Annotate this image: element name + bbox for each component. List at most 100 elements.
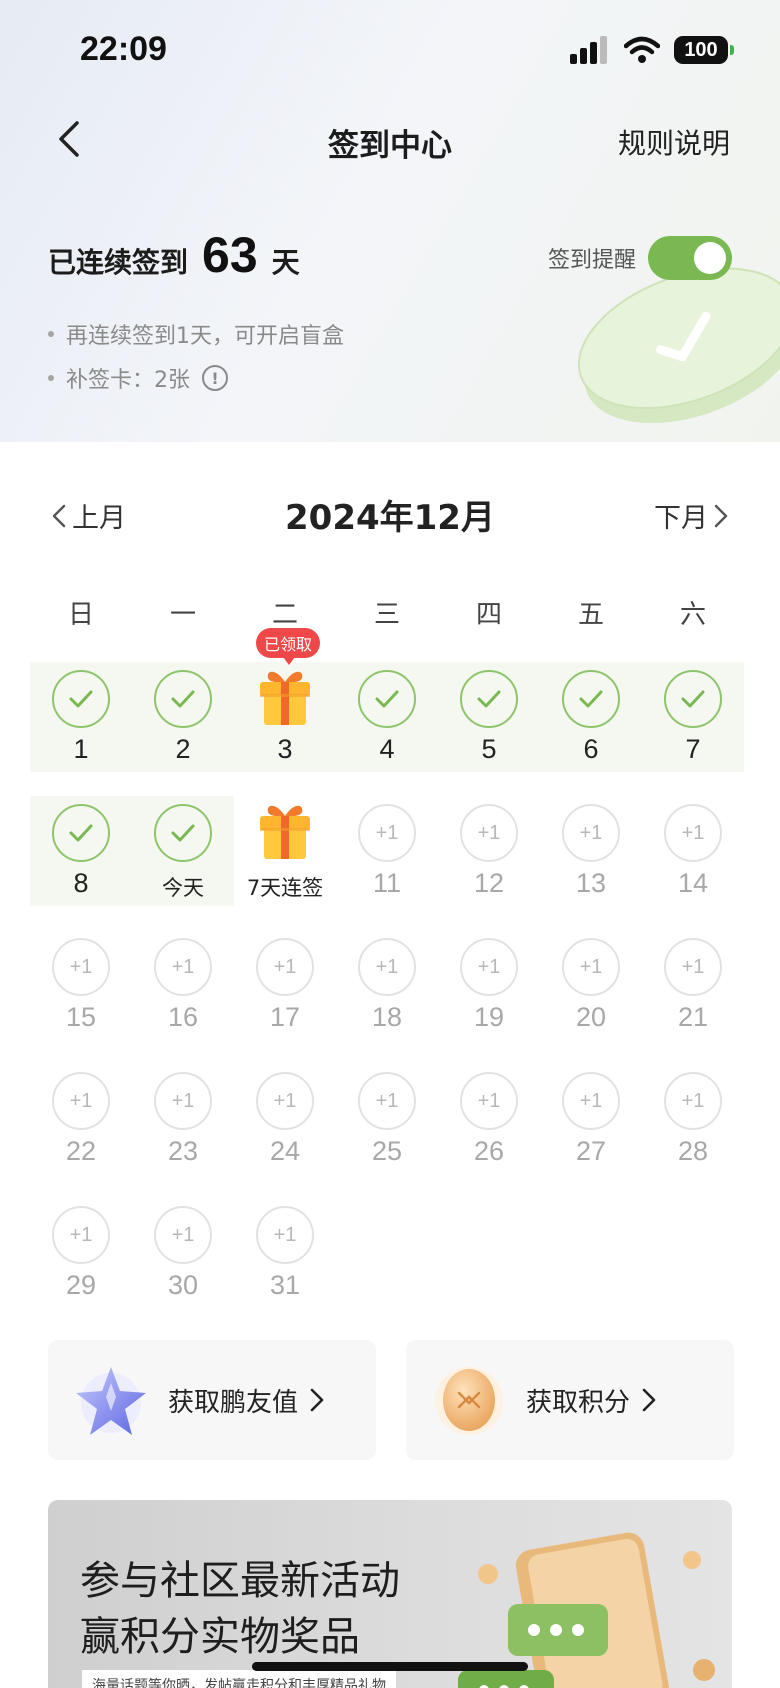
- points-circle: +1: [154, 938, 212, 996]
- status-icons: 100: [570, 36, 734, 64]
- points-circle: +1: [562, 1072, 620, 1130]
- calendar-day-label: 22: [65, 1136, 97, 1166]
- points-circle: +1: [52, 1072, 110, 1130]
- calendar-day-cell[interactable]: 2: [132, 664, 234, 784]
- calendar-day-label: 7: [685, 734, 701, 764]
- gift-box-icon: [260, 671, 310, 725]
- signed-circle: [154, 804, 212, 862]
- points-circle: +1: [358, 804, 416, 862]
- claimed-badge: 已领取: [256, 628, 320, 665]
- rules-link[interactable]: 规则说明: [618, 122, 730, 162]
- bullet-dot: [48, 331, 54, 337]
- get-friend-value-card[interactable]: 获取鹏友值: [48, 1340, 376, 1460]
- calendar-day-cell[interactable]: 4: [336, 664, 438, 784]
- weekday-tue: 二: [271, 600, 298, 630]
- gift-box-icon: [260, 805, 310, 859]
- tip-blindbox-text: 再连续签到1天，可开启盲盒: [66, 324, 344, 349]
- calendar-day-cell[interactable]: 5: [438, 664, 540, 784]
- weekday-mon: 一: [169, 600, 196, 630]
- checkmark-icon: [477, 690, 501, 708]
- signed-circle: [358, 670, 416, 728]
- toggle-knob: [694, 242, 726, 274]
- tip-makeup-card-text: 补签卡：2张: [66, 368, 190, 393]
- points-circle: +1: [664, 804, 722, 862]
- chevron-right-icon: [310, 1388, 324, 1412]
- points-circle: +1: [664, 1072, 722, 1130]
- calendar-day-cell[interactable]: +1 14: [642, 798, 744, 918]
- calendar-day-cell[interactable]: +1 29: [30, 1200, 132, 1320]
- points-circle: +1: [154, 1072, 212, 1130]
- calendar-day-label: 7天连签: [246, 876, 324, 900]
- weekday-thu: 四: [475, 600, 502, 630]
- calendar-day-cell[interactable]: +1 23: [132, 1066, 234, 1186]
- calendar-day-label: 15: [65, 1002, 97, 1032]
- calendar-day-label: 17: [269, 1002, 301, 1032]
- points-circle: +1: [664, 938, 722, 996]
- calendar-day-label: 20: [575, 1002, 607, 1032]
- calendar-day-cell[interactable]: +1 31: [234, 1200, 336, 1320]
- calendar-day-cell[interactable]: 1: [30, 664, 132, 784]
- calendar-day-label: 11: [372, 868, 402, 898]
- calendar-day-cell[interactable]: +1 26: [438, 1066, 540, 1186]
- points-circle: +1: [256, 1072, 314, 1130]
- calendar-day-cell[interactable]: +1 24: [234, 1066, 336, 1186]
- calendar-day-cell[interactable]: +1 21: [642, 932, 744, 1052]
- calendar-day-cell[interactable]: +1 30: [132, 1200, 234, 1320]
- info-icon[interactable]: !: [202, 365, 228, 391]
- points-circle: +1: [460, 1072, 518, 1130]
- calendar-day-cell[interactable]: +1 16: [132, 932, 234, 1052]
- calendar-day-cell[interactable]: +1 12: [438, 798, 540, 918]
- points-circle: +1: [358, 1072, 416, 1130]
- checkin-reminder: 签到提醒: [548, 236, 732, 280]
- status-bar: 22:09 100: [0, 0, 780, 100]
- calendar-day-cell[interactable]: +1 18: [336, 932, 438, 1052]
- calendar-day-cell[interactable]: 7天连签: [234, 798, 336, 918]
- bullet-dot: [48, 375, 54, 381]
- calendar-day-cell[interactable]: 已领取 3: [234, 628, 336, 784]
- checkmark-icon: [579, 690, 603, 708]
- calendar-day-cell[interactable]: 8: [30, 798, 132, 918]
- calendar-day-label: 29: [65, 1270, 97, 1300]
- calendar-day-cell[interactable]: +1 25: [336, 1066, 438, 1186]
- calendar-day-label: 1: [73, 734, 89, 764]
- calendar-day-cell[interactable]: +1 15: [30, 932, 132, 1052]
- calendar-day-cell[interactable]: +1 20: [540, 932, 642, 1052]
- reminder-toggle[interactable]: [648, 236, 732, 280]
- calendar-day-cell[interactable]: 6: [540, 664, 642, 784]
- signed-circle: [664, 670, 722, 728]
- calendar-day-cell[interactable]: 7: [642, 664, 744, 784]
- streak-days: 63: [202, 227, 258, 283]
- calendar-day-cell[interactable]: +1 19: [438, 932, 540, 1052]
- streak-summary: 已连续签到 63 天: [48, 226, 300, 284]
- calendar-day-label: 14: [677, 868, 709, 898]
- calendar-day-label: 21: [677, 1002, 709, 1032]
- calendar-day-label: 26: [473, 1136, 505, 1166]
- community-activity-banner[interactable]: 参与社区最新活动 赢积分实物奖品 海量话题等你晒，发帖赢走积分和丰厚精品礼物: [48, 1500, 732, 1688]
- points-circle: +1: [256, 938, 314, 996]
- weekday-fri: 五: [577, 600, 604, 630]
- calendar-day-cell[interactable]: +1 17: [234, 932, 336, 1052]
- checkmark-icon: [69, 824, 93, 842]
- calendar-day-label: 31: [269, 1270, 301, 1300]
- calendar-day-cell[interactable]: +1 11: [336, 798, 438, 918]
- checkmark-icon: [69, 690, 93, 708]
- calendar-day-label: 23: [167, 1136, 199, 1166]
- calendar-day-label: 今天: [162, 876, 204, 900]
- calendar-day-cell[interactable]: +1 27: [540, 1066, 642, 1186]
- calendar-day-cell[interactable]: +1 22: [30, 1066, 132, 1186]
- home-indicator[interactable]: [252, 1662, 528, 1671]
- weekday-sun: 日: [67, 600, 94, 630]
- calendar-day-cell[interactable]: +1 13: [540, 798, 642, 918]
- chevron-right-icon: [642, 1388, 656, 1412]
- points-circle: +1: [52, 938, 110, 996]
- friend-value-label: 获取鹏友值: [168, 1387, 299, 1418]
- calendar-day-label: 5: [481, 734, 497, 764]
- points-circle: +1: [460, 938, 518, 996]
- banner-headline-2: 赢积分实物奖品: [80, 1614, 360, 1660]
- get-points-card[interactable]: 获取积分: [406, 1340, 734, 1460]
- calendar-day-cell[interactable]: 今天: [132, 798, 234, 918]
- calendar-day-cell[interactable]: +1 28: [642, 1066, 744, 1186]
- calendar-day-label: 27: [575, 1136, 607, 1166]
- next-month-button[interactable]: 下月: [654, 496, 728, 535]
- calendar-day-label: 30: [167, 1270, 199, 1300]
